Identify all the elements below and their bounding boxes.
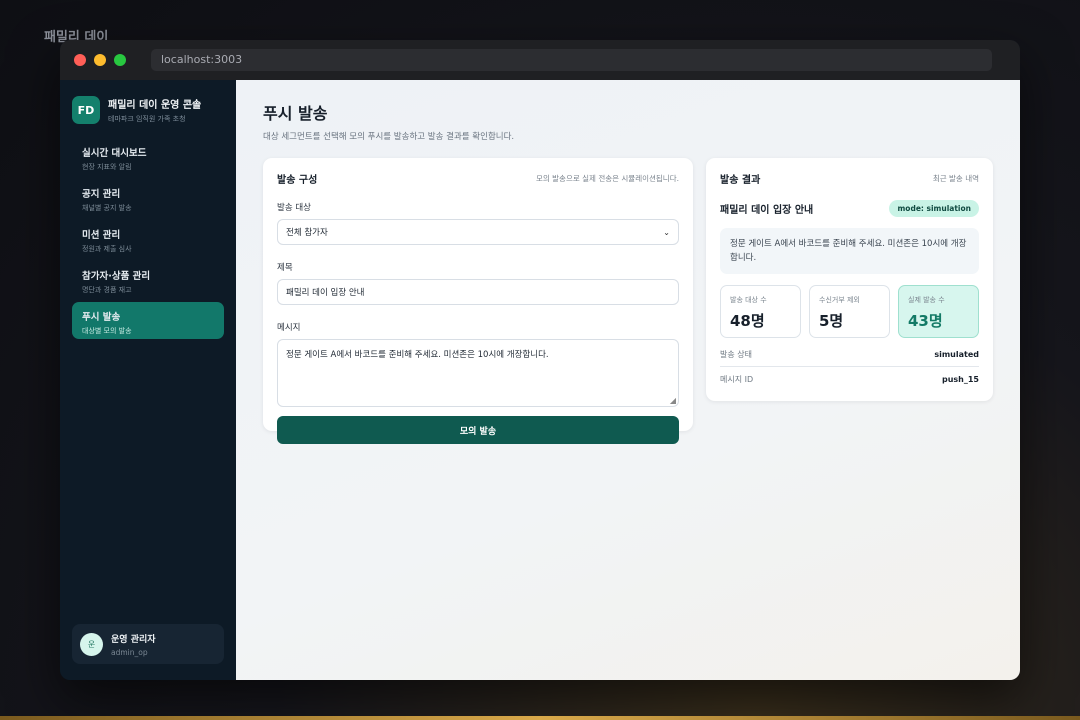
sidebar-item-sub: 채널별 공지 발송 (82, 204, 132, 212)
user-name: 운영 관리자 (111, 634, 156, 645)
maximize-window-icon[interactable] (114, 54, 126, 66)
target-select-value: 전체 참가자 (286, 228, 328, 238)
compose-note: 모의 발송으로 실제 전송은 시뮬레이션됩니다. (535, 174, 679, 183)
target-label: 발송 대상 (277, 203, 311, 213)
message-textarea[interactable]: 정문 게이트 A에서 바코드를 준비해 주세요. 미션존은 10시에 개장합니다… (277, 339, 679, 407)
brand: FD 패밀리 데이 운영 콘솔 테마파크 임직원 가족 초청 (72, 96, 224, 124)
browser-window: localhost:3003 FD 패밀리 데이 운영 콘솔 테마파크 임직원 … (60, 40, 1020, 680)
stat-value: 5명 (819, 312, 844, 330)
status-value: simulated (934, 349, 979, 359)
subject-label: 제목 (277, 263, 293, 273)
result-card: 발송 결과 최근 발송 내역 패밀리 데이 입장 안내 mode: simula… (706, 158, 993, 401)
sidebar-item-sub: 정원과 제출 심사 (82, 245, 132, 253)
close-window-icon[interactable] (74, 54, 86, 66)
sidebar-item-label: 푸시 발송 (82, 312, 121, 323)
status-label: 발송 상태 (720, 349, 752, 359)
message-label: 메시지 (277, 323, 301, 333)
chevron-down-icon: ⌄ (663, 227, 670, 237)
sidebar-item-dashboard[interactable]: 실시간 대시보드 현장 지표와 알림 (72, 138, 224, 175)
result-message-body: 정문 게이트 A에서 바코드를 준비해 주세요. 미션존은 10시에 개장합니다… (720, 228, 979, 274)
minimize-window-icon[interactable] (94, 54, 106, 66)
stats-row: 발송 대상 수 48명 수신거부 제외 5명 실제 발송 수 43명 (720, 285, 979, 338)
compose-title: 발송 구성 (277, 175, 318, 186)
stat-label: 발송 대상 수 (730, 296, 767, 304)
message-id-label: 메시지 ID (720, 375, 754, 384)
sidebar-item-participants[interactable]: 참가자·상품 관리 명단과 경품 재고 (72, 261, 224, 298)
status-row: 발송 상태 simulated (720, 342, 979, 367)
compose-card: 발송 구성 모의 발송으로 실제 전송은 시뮬레이션됩니다. 발송 대상 전체 … (263, 158, 693, 444)
user-card[interactable]: 운 운영 관리자 admin_op (72, 624, 224, 664)
app: FD 패밀리 데이 운영 콘솔 테마파크 임직원 가족 초청 실시간 대시보드 … (60, 80, 1020, 680)
brand-title: 패밀리 데이 운영 콘솔 (108, 100, 202, 111)
sidebar-item-notices[interactable]: 공지 관리 채널별 공지 발송 (72, 179, 224, 216)
sidebar-item-sub: 대상별 모의 발송 (82, 327, 132, 335)
message-id-value: push_15 (941, 375, 979, 384)
sidebar-item-sub: 현장 지표와 알림 (82, 163, 132, 171)
sidebar: FD 패밀리 데이 운영 콘솔 테마파크 임직원 가족 초청 실시간 대시보드 … (60, 80, 236, 680)
sidebar-item-label: 미션 관리 (82, 230, 121, 241)
page-description: 대상 세그먼트를 선택해 모의 푸시를 발송하고 발송 결과를 확인합니다. (263, 132, 515, 142)
sidebar-item-sub: 명단과 경품 재고 (82, 286, 132, 294)
browser-titlebar: localhost:3003 (60, 40, 1020, 80)
brand-logo: FD (72, 96, 100, 124)
result-note: 최근 발송 내역 (932, 174, 979, 183)
stat-sent-count: 실제 발송 수 43명 (898, 285, 979, 338)
target-select[interactable]: 전체 참가자 ⌄ (277, 219, 679, 245)
address-bar[interactable]: localhost:3003 (151, 49, 992, 71)
main-content: 푸시 발송 대상 세그먼트를 선택해 모의 푸시를 발송하고 발송 결과를 확인… (236, 80, 1020, 680)
sidebar-item-label: 참가자·상품 관리 (82, 271, 151, 282)
message-id-row: 메시지 ID push_15 (720, 367, 979, 392)
stat-value: 43명 (908, 312, 943, 330)
page-title: 푸시 발송 (263, 104, 328, 123)
brand-subtitle: 테마파크 임직원 가족 초청 (108, 115, 186, 123)
subject-input[interactable]: 패밀리 데이 입장 안내 (277, 279, 679, 305)
sidebar-item-push[interactable]: 푸시 발송 대상별 모의 발송 (72, 302, 224, 339)
message-textarea-value: 정문 게이트 A에서 바코드를 준비해 주세요. 미션존은 10시에 개장합니다… (286, 350, 549, 360)
mode-badge: mode: simulation (889, 200, 979, 217)
avatar: 운 (80, 632, 103, 656)
resize-handle-icon[interactable]: ◢ (670, 396, 676, 405)
user-id: admin_op (111, 647, 148, 657)
stat-label: 실제 발송 수 (908, 296, 945, 304)
stat-value: 48명 (730, 312, 765, 330)
result-message-title: 패밀리 데이 입장 안내 (720, 205, 814, 216)
sidebar-item-label: 실시간 대시보드 (82, 148, 147, 159)
stat-opt-out: 수신거부 제외 5명 (809, 285, 890, 338)
stat-target-count: 발송 대상 수 48명 (720, 285, 801, 338)
result-title: 발송 결과 (720, 175, 761, 186)
send-button[interactable]: 모의 발송 (277, 416, 679, 444)
desktop-bottom-glow (0, 716, 1080, 720)
subject-input-value: 패밀리 데이 입장 안내 (286, 288, 365, 298)
stat-label: 수신거부 제외 (819, 296, 860, 304)
sidebar-item-label: 공지 관리 (82, 189, 121, 200)
sidebar-item-missions[interactable]: 미션 관리 정원과 제출 심사 (72, 220, 224, 257)
